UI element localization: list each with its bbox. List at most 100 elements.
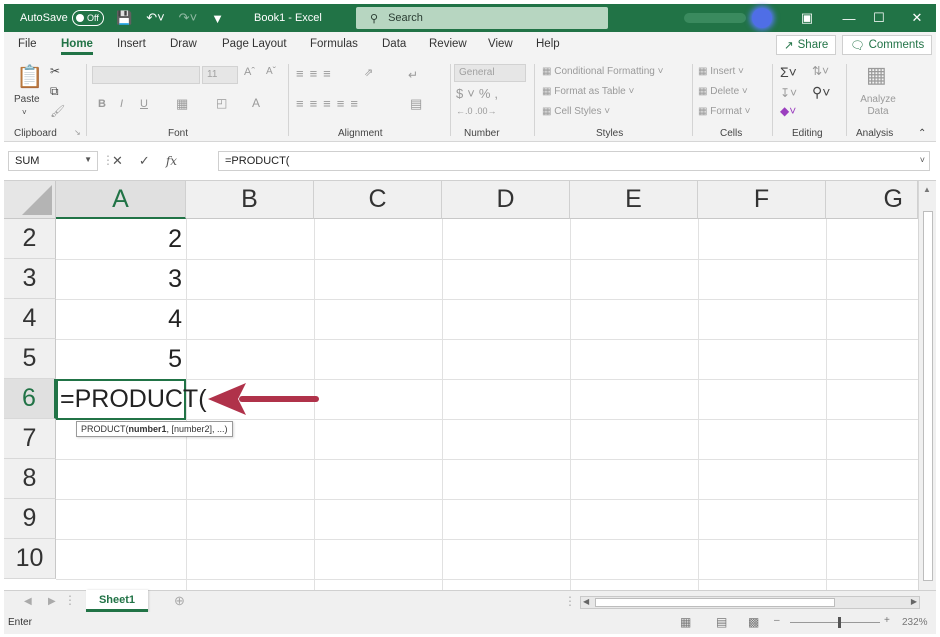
tab-insert[interactable]: Insert [117, 38, 146, 50]
column-header-e[interactable]: E [570, 181, 698, 219]
insert-function-icon[interactable]: fx [166, 154, 177, 168]
vertical-align-icons[interactable]: ≡≡≡ [296, 66, 337, 81]
tab-view[interactable]: View [488, 38, 513, 50]
cell-styles-button[interactable]: ▦ Cell Styles ˅ [542, 106, 610, 117]
insert-cells-button[interactable]: ▦ Insert ˅ [698, 66, 744, 77]
vertical-scrollbar[interactable]: ▲ [918, 181, 936, 591]
currency-percent-comma-icons[interactable]: $˅%, [456, 86, 502, 101]
font-color-icon[interactable]: A [252, 96, 260, 110]
cell-a2[interactable]: 2 [58, 219, 182, 259]
scroll-left-icon[interactable]: ◀ [583, 597, 589, 606]
horizontal-scrollbar[interactable]: ◀ ▶ [580, 596, 920, 609]
italic-icon[interactable]: I [120, 98, 123, 110]
name-box-dropdown-icon[interactable]: ▼ [84, 155, 92, 164]
close-icon[interactable]: ✕ [902, 4, 932, 32]
horizontal-align-icons[interactable]: ≡≡≡≡≡ [296, 96, 364, 111]
ribbon-display-options-icon[interactable]: ▣ [792, 4, 822, 32]
row-header-9[interactable]: 9 [4, 499, 56, 539]
row-header-10[interactable]: 10 [4, 539, 56, 579]
horizontal-scroll-thumb[interactable] [595, 598, 835, 607]
comments-button[interactable]: 🗨 Comments [842, 35, 933, 55]
decimal-icons[interactable]: ←.0 .00→ [456, 106, 497, 116]
font-name-dropdown[interactable] [92, 66, 200, 84]
zoom-slider[interactable] [790, 622, 880, 623]
scroll-right-icon[interactable]: ▶ [911, 597, 917, 606]
sheet-options-icon[interactable]: ⋮ [64, 593, 76, 607]
tab-page-layout[interactable]: Page Layout [222, 38, 287, 50]
function-tooltip[interactable]: PRODUCT(number1, [number2], ...) [76, 421, 233, 437]
sheet-tab-sheet1[interactable]: Sheet1 [86, 590, 148, 612]
borders-icon[interactable]: ▦ [176, 96, 188, 112]
column-header-d[interactable]: D [442, 181, 570, 219]
share-button[interactable]: ↗ Share [776, 35, 837, 55]
formula-input[interactable]: =PRODUCT( ˅ [218, 151, 930, 171]
wrap-text-icon[interactable]: ↵ [408, 68, 418, 82]
search-box[interactable]: ⚲ Search [356, 7, 608, 29]
active-cell-a6[interactable]: =PRODUCT( [56, 379, 207, 420]
fill-color-icon[interactable]: ◰ [216, 96, 227, 110]
analyze-data-label[interactable]: Analyze Data [856, 94, 900, 118]
row-header-5[interactable]: 5 [4, 339, 56, 379]
column-header-f[interactable]: F [698, 181, 826, 219]
clear-icon[interactable]: ◆˅ [780, 104, 796, 118]
copy-icon[interactable]: ⧉ [50, 84, 59, 99]
paste-icon[interactable]: 📋 [16, 64, 43, 90]
cut-icon[interactable]: ✂ [50, 64, 60, 78]
font-size-dropdown[interactable]: 11 [202, 66, 238, 84]
row-header-4[interactable]: 4 [4, 299, 56, 339]
format-cells-button[interactable]: ▦ Format ˅ [698, 106, 751, 117]
format-as-table-button[interactable]: ▦ Format as Table ˅ [542, 86, 634, 97]
paste-dropdown-icon[interactable]: ˅ [22, 108, 27, 117]
save-icon[interactable]: 💾 [116, 10, 132, 26]
zoom-level[interactable]: 232% [902, 617, 928, 628]
select-all-button[interactable] [4, 181, 56, 219]
analyze-data-icon[interactable]: ▦ [866, 62, 887, 88]
undo-icon[interactable]: ↶˅ [146, 10, 164, 26]
tab-draw[interactable]: Draw [170, 38, 197, 50]
autosave-toggle[interactable]: Off [72, 10, 104, 26]
decrease-font-icon[interactable]: Aˇ [266, 66, 276, 77]
conditional-formatting-button[interactable]: ▦ Conditional Formatting ˅ [542, 66, 663, 77]
row-header-6[interactable]: 6 [4, 379, 56, 419]
column-header-g[interactable]: G [826, 181, 918, 219]
zoom-slider-thumb[interactable] [838, 617, 841, 628]
new-sheet-icon[interactable]: ⊕ [174, 593, 185, 609]
delete-cells-button[interactable]: ▦ Delete ˅ [698, 86, 748, 97]
normal-view-icon[interactable]: ▦ [680, 615, 691, 629]
tab-review[interactable]: Review [429, 38, 467, 50]
zoom-out-icon[interactable]: – [774, 615, 780, 626]
enter-icon[interactable]: ✓ [139, 153, 150, 169]
tab-formulas[interactable]: Formulas [310, 38, 358, 50]
tab-home[interactable]: Home [61, 38, 93, 55]
cell-a4[interactable]: 4 [58, 299, 182, 339]
cell-a5[interactable]: 5 [58, 339, 182, 379]
autosum-icon[interactable]: Σ˅ [780, 64, 797, 80]
name-box[interactable]: SUM ▼ [8, 151, 98, 171]
format-painter-icon[interactable]: 🖌 [50, 104, 65, 118]
tab-file[interactable]: File [18, 38, 37, 50]
row-header-3[interactable]: 3 [4, 259, 56, 299]
paste-label[interactable]: Paste [14, 94, 40, 105]
orientation-icon[interactable]: ⇗ [364, 66, 373, 79]
minimize-icon[interactable]: — [834, 4, 864, 32]
column-header-b[interactable]: B [186, 181, 314, 219]
redo-icon[interactable]: ↷˅ [179, 10, 197, 26]
account-name[interactable] [684, 13, 746, 23]
find-select-icon[interactable]: ⚲˅ [812, 84, 830, 101]
next-sheet-icon[interactable]: ▶ [48, 596, 56, 607]
page-layout-view-icon[interactable]: ▤ [716, 615, 727, 629]
dialog-launcher-icon[interactable]: ↘ [74, 128, 81, 137]
cancel-icon[interactable]: ✕ [112, 153, 123, 169]
number-format-dropdown[interactable]: General [454, 64, 526, 82]
tab-help[interactable]: Help [536, 38, 560, 50]
customize-qat-icon[interactable]: ▼ [211, 11, 224, 26]
increase-font-icon[interactable]: Aˆ [244, 66, 255, 78]
zoom-in-icon[interactable]: + [884, 615, 890, 626]
vertical-scroll-thumb[interactable] [923, 211, 933, 581]
underline-icon[interactable]: U [140, 98, 148, 110]
page-break-view-icon[interactable]: ▩ [748, 615, 759, 629]
maximize-icon[interactable]: ☐ [864, 4, 894, 32]
merge-center-icon[interactable]: ▤ [410, 96, 422, 112]
scroll-up-icon[interactable]: ▲ [923, 185, 931, 194]
row-header-8[interactable]: 8 [4, 459, 56, 499]
